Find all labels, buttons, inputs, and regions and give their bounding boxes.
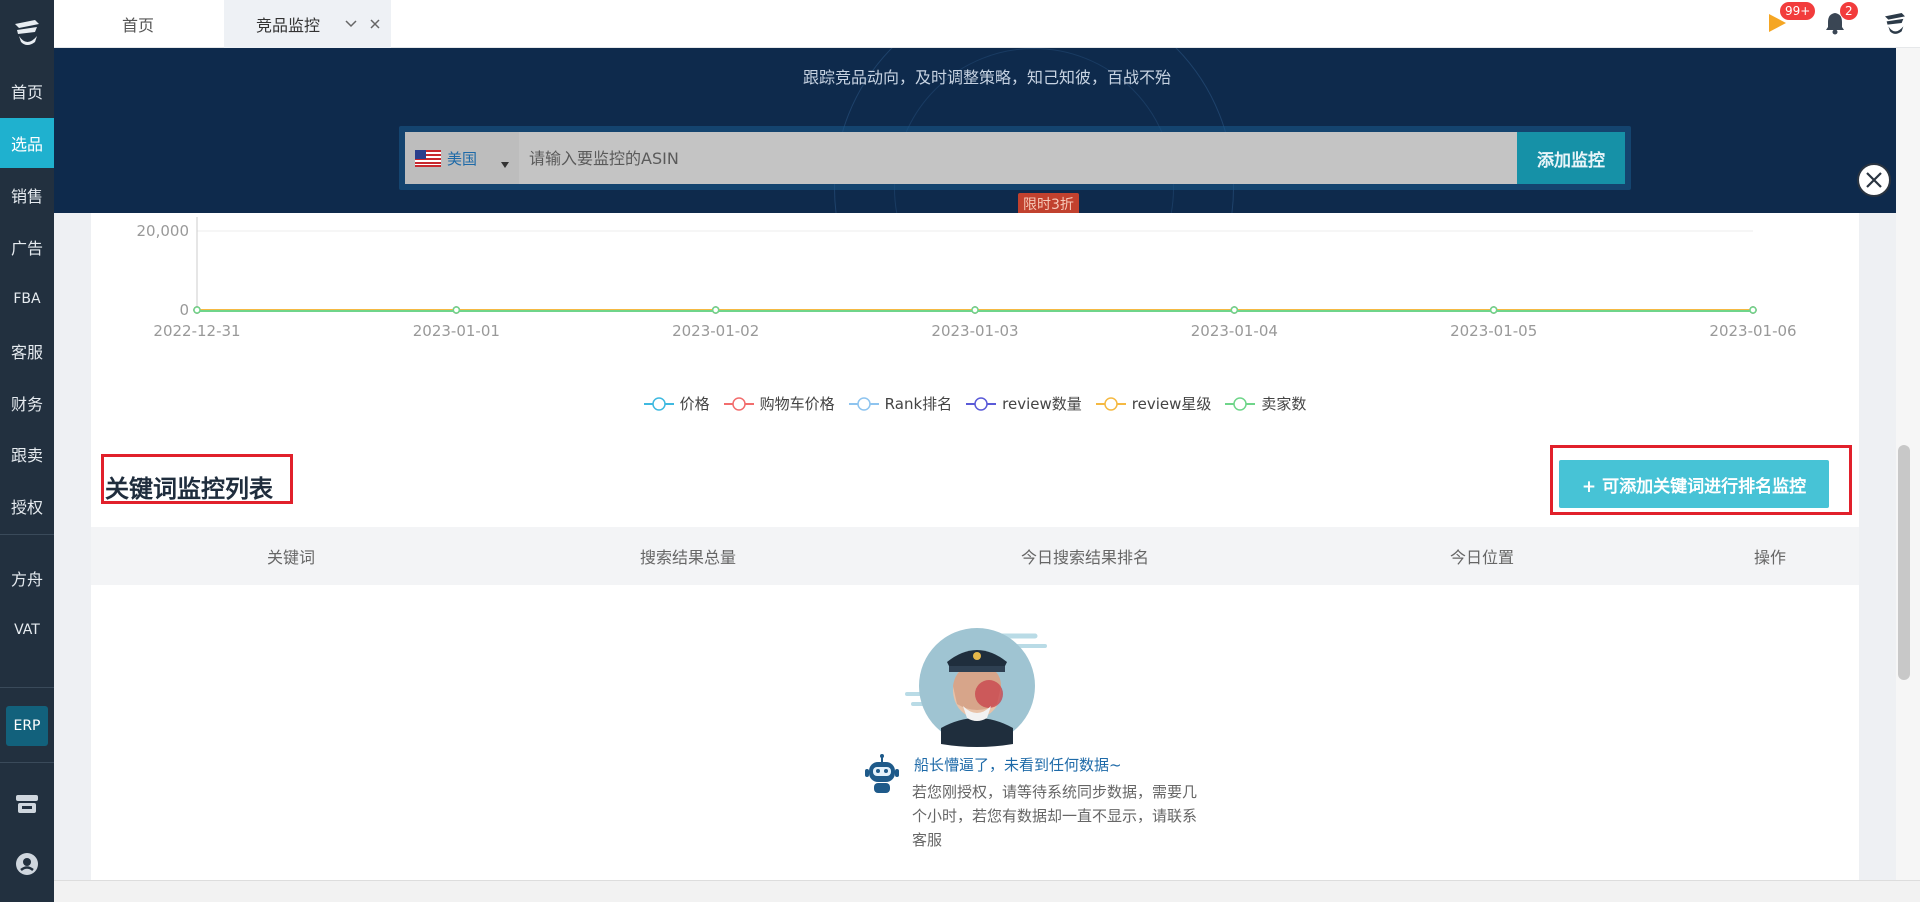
chart-x-tick-label: 2023-01-02 bbox=[672, 322, 759, 340]
promo-badge: 限时3折 bbox=[1018, 193, 1079, 213]
chart-x-tick-label: 2023-01-06 bbox=[1709, 322, 1796, 340]
flag-badge: 99+ bbox=[1780, 2, 1816, 20]
legend-item[interactable]: 购物车价格 bbox=[723, 393, 835, 414]
sidebar-divider bbox=[0, 762, 54, 763]
flag-notice[interactable]: 99+ bbox=[1766, 0, 1816, 48]
chart-point bbox=[452, 306, 461, 314]
horizontal-scrollbar[interactable] bbox=[54, 880, 1920, 902]
banner-subtitle: 跟踪竞品动向，及时调整策略，知己知彼，百战不殆 bbox=[802, 68, 1171, 87]
legend-marker-icon bbox=[1095, 396, 1126, 411]
support-icon[interactable] bbox=[13, 850, 41, 878]
legend-item[interactable]: 价格 bbox=[643, 393, 710, 414]
chart-x-tick-label: 2023-01-04 bbox=[1191, 322, 1278, 340]
search-box: 美国 添加监控 bbox=[405, 132, 1625, 184]
sidebar-item-vat[interactable]: VAT bbox=[0, 605, 54, 655]
legend-marker-icon bbox=[723, 396, 754, 411]
chart-point bbox=[1230, 306, 1239, 314]
country-label: 美国 bbox=[447, 149, 478, 168]
brand-logo[interactable] bbox=[0, 0, 54, 64]
tab-home[interactable]: 首页 bbox=[54, 0, 222, 48]
column-today-position: 今日位置 bbox=[1449, 548, 1515, 567]
sidebar: 首页 选品 销售 广告 FBA 客服 财务 跟卖 授权 方舟 VAT ERP bbox=[0, 0, 54, 902]
legend-marker-icon bbox=[966, 396, 997, 411]
empty-state-title: 船长懵逼了，未看到任何数据~ bbox=[914, 756, 1122, 774]
notification-bell[interactable]: 2 bbox=[1824, 0, 1864, 48]
column-total-results: 搜索结果总量 bbox=[639, 548, 737, 567]
main-panel: 20,000 0 2022-12-31 2023-01-01 2023-01-02 202… bbox=[91, 213, 1859, 880]
search-banner: 跟踪竞品动向，及时调整策略，知己知彼，百战不殆 美国 请输入要监控的ASIN 添… bbox=[54, 48, 1920, 213]
chart-point bbox=[1749, 306, 1757, 314]
legend-label: Rank排名 bbox=[884, 395, 953, 413]
column-today-rank: 今日搜索结果排名 bbox=[1020, 548, 1150, 567]
legend-label: 价格 bbox=[679, 395, 710, 413]
sidebar-divider bbox=[0, 687, 54, 688]
column-actions: 操作 bbox=[1753, 548, 1787, 567]
tab-competitor-monitor[interactable]: 竞品监控 bbox=[224, 0, 391, 48]
chart-y-tick-label: 20,000 bbox=[137, 222, 190, 240]
chart-x-tick-label: 2023-01-03 bbox=[931, 322, 1018, 340]
legend-item[interactable]: review星级 bbox=[1095, 393, 1212, 414]
legend-label: 卖家数 bbox=[1261, 395, 1307, 413]
close-icon[interactable] bbox=[368, 16, 382, 35]
chart-x-tick-label: 2023-01-01 bbox=[413, 322, 500, 340]
sidebar-item-finance[interactable]: 财务 bbox=[0, 378, 54, 428]
vertical-scrollbar-thumb[interactable] bbox=[1898, 445, 1910, 680]
legend-item[interactable]: 卖家数 bbox=[1225, 393, 1306, 414]
tab-bar: 首页 竞品监控 99+ 2 bbox=[54, 0, 1920, 48]
sidebar-item-home[interactable]: 首页 bbox=[0, 66, 54, 116]
user-avatar[interactable] bbox=[1880, 8, 1912, 40]
legend-item[interactable]: review数量 bbox=[966, 393, 1082, 414]
sidebar-item-follow-sell[interactable]: 跟卖 bbox=[0, 429, 54, 479]
sidebar-divider bbox=[0, 534, 54, 535]
chart-x-tick-label: 2022-12-31 bbox=[153, 322, 240, 340]
chevron-down-icon[interactable] bbox=[344, 16, 358, 35]
legend-label: review星级 bbox=[1131, 395, 1212, 413]
robot-icon bbox=[864, 754, 900, 796]
store-icon[interactable] bbox=[13, 790, 41, 818]
monitor-line-chart: 20,000 0 2022-12-31 2023-01-01 2023-01-02 202… bbox=[137, 217, 1797, 340]
chart-y-tick-label: 0 bbox=[179, 301, 189, 319]
chart-point bbox=[1489, 306, 1498, 314]
legend-label: 购物车价格 bbox=[759, 395, 835, 413]
sidebar-item-fba[interactable]: FBA bbox=[0, 274, 54, 324]
chart-x-tick-label: 2023-01-05 bbox=[1450, 322, 1537, 340]
tab-competitor-monitor-label: 竞品监控 bbox=[256, 16, 321, 35]
add-monitor-button[interactable]: 添加监控 bbox=[1517, 132, 1625, 184]
chart-legend: 价格 购物车价格 Rank排名 review数量 review星级 卖家数 bbox=[91, 393, 1859, 414]
keyword-list-title: 关键词监控列表 bbox=[105, 475, 273, 503]
add-keyword-button[interactable]: + 可添加关键词进行排名监控 bbox=[1559, 460, 1829, 508]
captain-illustration bbox=[905, 628, 1055, 748]
legend-marker-icon bbox=[1225, 396, 1256, 411]
us-flag-icon bbox=[415, 149, 441, 167]
legend-marker-icon bbox=[643, 396, 674, 411]
sidebar-item-ads[interactable]: 广告 bbox=[0, 222, 54, 272]
empty-state-description: 若您刚授权，请等待系统同步数据，需要几个小时，若您有数据却一直不显示，请联系客服 bbox=[912, 783, 1198, 849]
legend-label: review数量 bbox=[1002, 395, 1082, 413]
legend-item[interactable]: Rank排名 bbox=[848, 393, 953, 414]
sidebar-item-authorization[interactable]: 授权 bbox=[0, 481, 54, 531]
chart-point bbox=[193, 306, 201, 314]
search-container: 美国 添加监控 bbox=[399, 126, 1631, 190]
legend-marker-icon bbox=[848, 396, 879, 411]
erp-button[interactable]: ERP bbox=[6, 706, 48, 746]
caret-down-icon bbox=[501, 154, 509, 172]
close-circle-icon[interactable] bbox=[1856, 162, 1892, 198]
sidebar-item-product-selection[interactable]: 选品 bbox=[0, 118, 54, 168]
sidebar-item-ark[interactable]: 方舟 bbox=[0, 553, 54, 603]
asin-search-input[interactable] bbox=[519, 132, 1517, 184]
country-select[interactable]: 美国 bbox=[405, 132, 519, 184]
chart-point bbox=[971, 306, 979, 314]
keyword-table-header: 关键词 搜索结果总量 今日搜索结果排名 今日位置 操作 bbox=[91, 527, 1859, 585]
sidebar-item-customer-service[interactable]: 客服 bbox=[0, 326, 54, 376]
sidebar-item-sales[interactable]: 销售 bbox=[0, 170, 54, 220]
column-keyword: 关键词 bbox=[266, 548, 316, 567]
bell-badge: 2 bbox=[1840, 2, 1858, 20]
chart-point bbox=[711, 306, 720, 314]
